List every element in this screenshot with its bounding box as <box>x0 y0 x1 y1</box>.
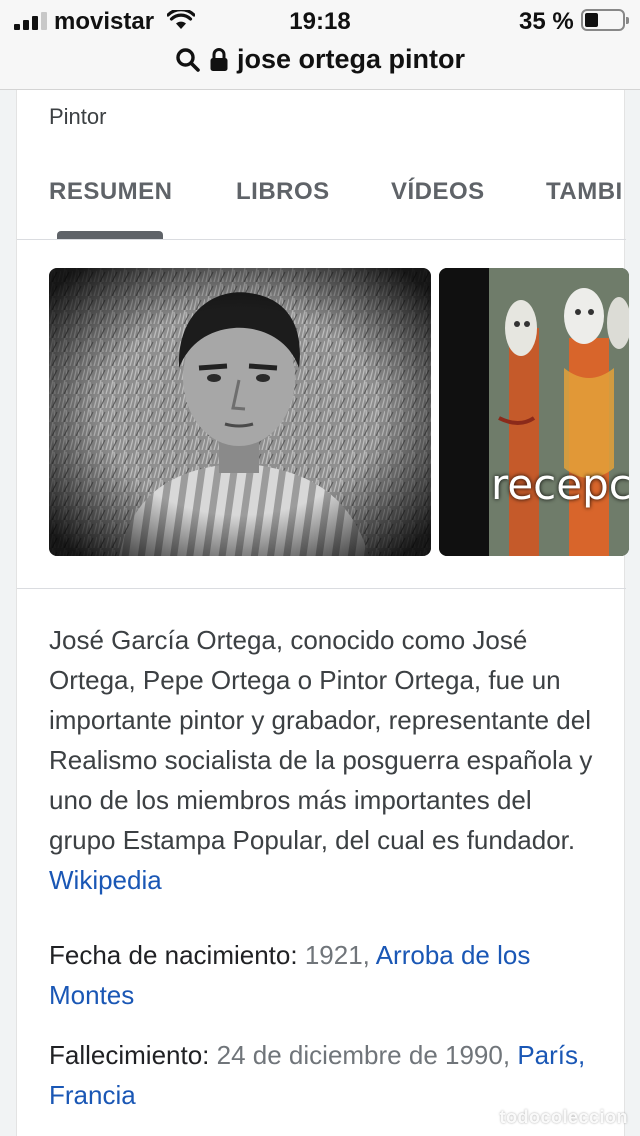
tab-bar: RESUMEN LIBROS VÍDEOS TAMBI <box>17 178 626 238</box>
search-icon <box>176 47 200 72</box>
images-divider <box>17 588 626 589</box>
battery-icon <box>581 9 629 31</box>
url-query-text[interactable]: jose ortega pintor <box>237 44 465 75</box>
status-bar: movistar 19:18 35 % <box>0 0 640 42</box>
tab-videos[interactable]: VÍDEOS <box>391 178 485 206</box>
tab-divider <box>17 239 626 240</box>
fact-value-death: 24 de diciembre de 1990, <box>216 1040 511 1070</box>
lock-icon <box>210 47 228 71</box>
wikipedia-link[interactable]: Wikipedia <box>49 865 162 895</box>
fact-label-death: Fallecimiento: <box>49 1040 210 1070</box>
fact-value-birth: 1921, <box>304 940 370 970</box>
fact-label-birth: Fecha de nacimiento: <box>49 940 298 970</box>
address-bar[interactable]: jose ortega pintor <box>0 42 640 90</box>
description-text: José García Ortega, conocido como José O… <box>49 625 593 855</box>
image-painting-reception[interactable]: recepc <box>439 268 629 556</box>
fact-birth: Fecha de nacimiento: 1921, Arroba de los… <box>49 935 605 1015</box>
entity-subtitle: Pintor <box>49 104 107 129</box>
watermark-logo: todocoleccion <box>499 1107 628 1127</box>
entity-description: José García Ortega, conocido como José O… <box>49 620 605 900</box>
fact-death: Fallecimiento: 24 de diciembre de 1990, … <box>49 1035 605 1115</box>
tab-resumen[interactable]: RESUMEN <box>49 178 173 206</box>
battery-percentage: 35 % <box>519 8 574 35</box>
image-painter-portrait[interactable] <box>49 268 431 556</box>
tab-libros[interactable]: LIBROS <box>236 178 330 206</box>
active-tab-indicator <box>57 231 163 239</box>
tab-tambien[interactable]: TAMBI <box>546 178 623 206</box>
knowledge-panel: Pintor RESUMEN LIBROS VÍDEOS TAMBI recep… <box>16 90 629 1136</box>
image-caption-overlay: recepc <box>491 460 629 509</box>
